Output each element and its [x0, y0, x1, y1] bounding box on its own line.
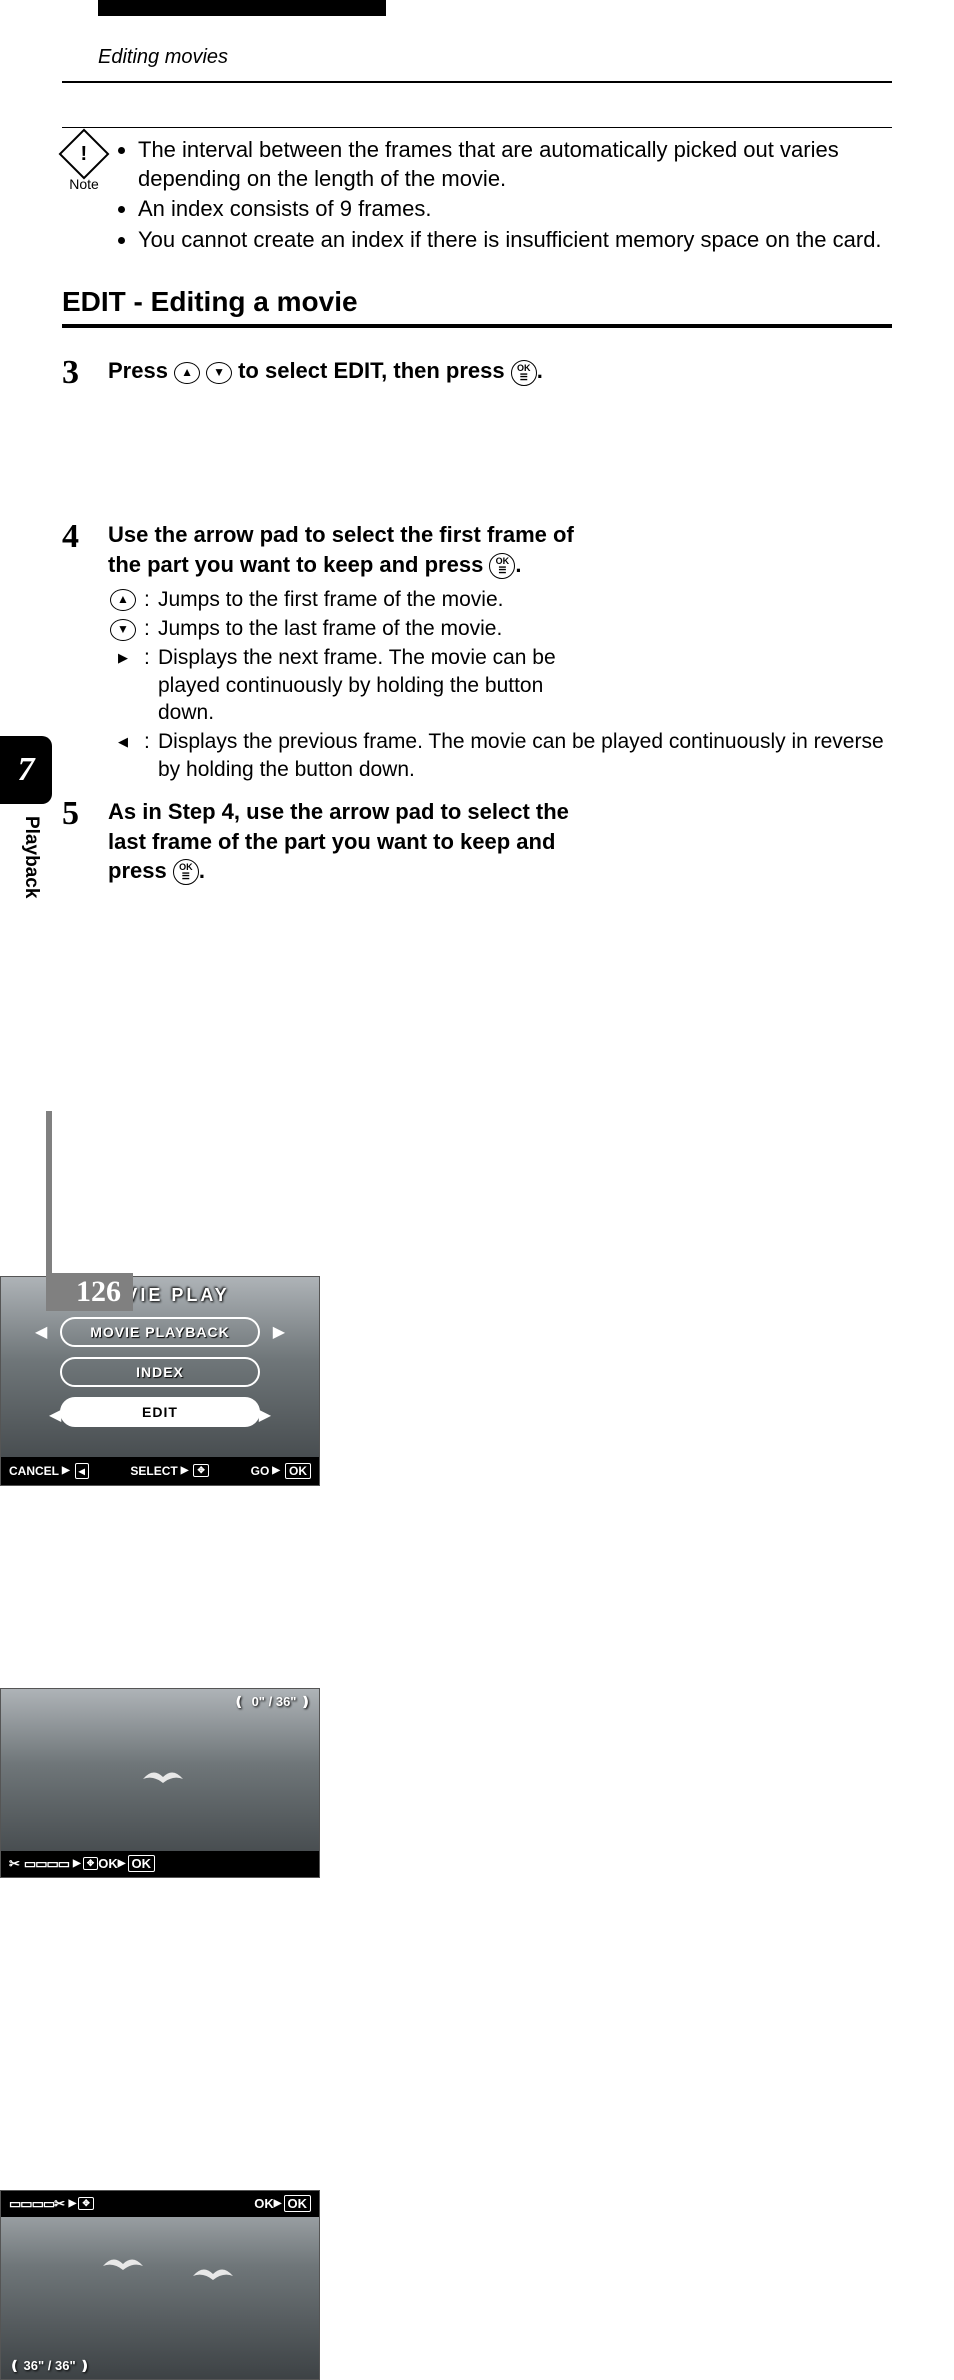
step-number: 3 [62, 356, 90, 390]
screen2-topbar: ❪ 0" / 36" ❫ [1, 1689, 319, 1715]
counter-current: 36" [24, 2358, 45, 2373]
ok-label: OK [98, 1856, 118, 1871]
note-item: The interval between the frames that are… [138, 136, 892, 193]
note-icon: ! [59, 129, 110, 180]
note-item: You cannot create an index if there is i… [138, 226, 892, 255]
left-paren-icon: ❪ [233, 1694, 244, 1710]
sub-text: Displays the next frame. The movie can b… [158, 644, 588, 726]
sub-text: Jumps to the last frame of the movie. [158, 615, 588, 642]
down-arrow-icon: ▼ [206, 362, 232, 384]
footer-go: GO [251, 1464, 270, 1478]
screen3-botbar: ❪ 36" / 36" ❫ [1, 2353, 98, 2379]
scissors-icon: ✂ [9, 1856, 20, 1872]
screen-footer: CANCEL▶◂ SELECT▶✥ GO▶OK [1, 1457, 319, 1485]
header-rule [62, 81, 892, 83]
pad-key-icon: ✥ [193, 1464, 209, 1477]
text-fragment: to select EDIT, then press [238, 358, 511, 383]
edit-heading: EDIT - Editing a movie [62, 286, 892, 318]
up-arrow-icon: ▲ [110, 589, 136, 611]
text-fragment: . [537, 358, 543, 383]
counter-total: 36" [55, 2358, 76, 2373]
ok-label: OK [254, 2196, 274, 2211]
step-3: 3 Press ▲ ▼ to select EDIT, then press O… [62, 356, 892, 390]
menu-item-edit-selected: EDIT [60, 1397, 260, 1427]
page-number: 126 [52, 1273, 133, 1311]
edit-heading-rule [62, 324, 892, 328]
step-4: 4 Use the arrow pad to select the first … [62, 520, 892, 784]
right-paren-icon: ❫ [79, 2358, 90, 2374]
pad-key-icon: ✥ [78, 2197, 94, 2210]
ok-key-icon: OK [285, 1463, 311, 1479]
selection-arrow-left-icon: ◀ [49, 1405, 61, 1425]
down-arrow-icon: ▼ [110, 619, 136, 641]
step-4-text: Use the arrow pad to select the first fr… [108, 520, 588, 579]
counter-sep: / [269, 1694, 273, 1709]
menu-item-playback: MOVIE PLAYBACK [60, 1317, 260, 1347]
step-number: 4 [62, 520, 90, 784]
counter-current: 0" [252, 1694, 265, 1709]
sub-text: Displays the previous frame. The movie c… [158, 728, 892, 783]
screen2-botbar: ✂ ▭▭▭▭ ▶ ✥ OK▶OK [1, 1851, 319, 1877]
ok-button-icon: OK☰ [511, 360, 537, 386]
left-paren-icon: ❪ [9, 2358, 20, 2374]
lcd-screen-frame-last: ▭▭▭▭ ✂ ▶ ✥ OK▶OK ❪ 36" / 36" ❫ [0, 2190, 320, 2380]
selection-arrow-right-icon: ▶ [259, 1405, 271, 1425]
right-arrow-icon: ▶ [110, 646, 136, 672]
sub-item: ▶ : Displays the next frame. The movie c… [108, 644, 892, 726]
counter-total: 36" [276, 1694, 297, 1709]
footer-cancel: CANCEL [9, 1464, 59, 1478]
counter-sep: / [48, 2358, 52, 2373]
step-5-text: As in Step 4, use the arrow pad to selec… [108, 797, 588, 886]
film-strip-icon: ▭▭▭▭ [24, 1856, 69, 1872]
scissors-icon: ✂ [54, 2196, 65, 2212]
up-arrow-icon: ▲ [174, 362, 200, 384]
menu-arrow-right-icon: ▶ [273, 1322, 285, 1342]
top-black-tab [98, 0, 386, 16]
lcd-screen-frame-first: ❪ 0" / 36" ❫ ✂ ▭▭▭▭ ▶ ✥ OK▶OK [0, 1688, 320, 1878]
menu-item-index: INDEX [60, 1357, 260, 1387]
film-strip-icon: ▭▭▭▭ [9, 2196, 54, 2212]
footer-select: SELECT [130, 1464, 177, 1478]
ok-key-icon: OK [284, 2195, 312, 2212]
step-number: 5 [62, 797, 90, 886]
ok-key-icon: OK [128, 1855, 156, 1872]
text-fragment: . [199, 858, 205, 883]
back-key-icon: ◂ [75, 1463, 89, 1479]
note-icon-col: ! Note [62, 136, 106, 256]
bird-graphic [191, 2266, 235, 2282]
step-3-text: Press ▲ ▼ to select EDIT, then press OK☰… [108, 356, 588, 386]
bird-graphic [141, 1769, 185, 1785]
step-5: 5 As in Step 4, use the arrow pad to sel… [62, 797, 892, 886]
sub-text: Jumps to the first frame of the movie. [158, 586, 588, 613]
chapter-number: 7 [18, 751, 35, 789]
running-header: Editing movies [98, 46, 892, 69]
step-4-sublist: ▲ : Jumps to the first frame of the movi… [108, 586, 892, 783]
ok-button-icon: OK☰ [489, 553, 515, 579]
pad-key-icon: ✥ [83, 1857, 99, 1870]
note-item: An index consists of 9 frames. [138, 195, 892, 224]
text-fragment: . [515, 552, 521, 577]
note-list: The interval between the frames that are… [120, 136, 892, 256]
note-icon-char: ! [81, 142, 88, 165]
left-arrow-icon: ◀ [110, 730, 136, 756]
chapter-label: Playback [20, 816, 42, 898]
sub-item: ◀ : Displays the previous frame. The mov… [108, 728, 892, 783]
right-paren-icon: ❫ [300, 1694, 311, 1710]
text-fragment: Press [108, 358, 174, 383]
note-top-rule [62, 127, 892, 128]
menu-arrow-left-icon: ◀ [35, 1322, 47, 1342]
chapter-tab: 7 [0, 736, 52, 804]
ok-button-icon: OK☰ [173, 859, 199, 885]
screen3-topbar: ▭▭▭▭ ✂ ▶ ✥ OK▶OK [1, 2191, 319, 2217]
sub-item: ▼ : Jumps to the last frame of the movie… [108, 615, 892, 642]
sub-item: ▲ : Jumps to the first frame of the movi… [108, 586, 892, 613]
bird-graphic [101, 2256, 145, 2272]
